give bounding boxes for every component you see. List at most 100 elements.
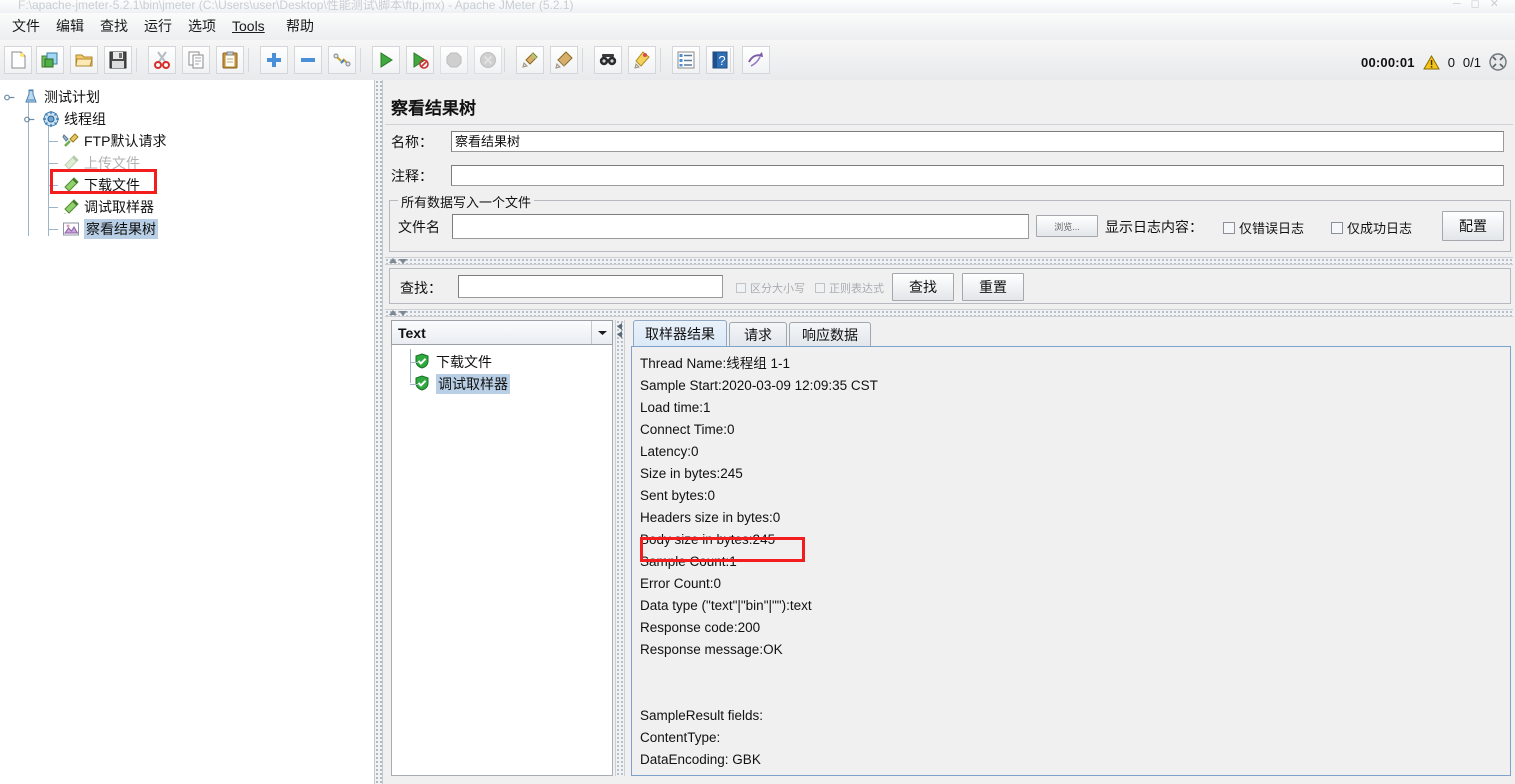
undo-redo-button[interactable] [742,46,770,74]
result-line: Error Count:0 [640,576,722,591]
splitter-down-icon[interactable] [399,259,407,264]
errors-only-checkbox[interactable]: 仅错误日志 [1223,218,1304,237]
expand-all-button[interactable] [260,46,288,74]
toggle-enable-button[interactable] [328,46,356,74]
menu-tools-label: Tools [232,18,265,34]
menu-help[interactable]: 帮助 [282,17,318,36]
results-splitter[interactable] [385,309,1513,317]
result-line: Response code:200 [640,620,761,635]
menu-search[interactable]: 查找 [96,17,132,36]
configure-button[interactable]: 配置 [1442,211,1504,241]
clear-button[interactable] [516,46,544,74]
tree-connector [48,207,58,208]
menu-options[interactable]: 选项 [184,17,220,36]
search-splitter[interactable] [385,257,1513,265]
tab-response-data[interactable]: 响应数据 [789,322,871,346]
templates-button[interactable] [36,46,64,74]
tree-label: 下载文件 [84,177,140,193]
result-line: Sample Count:1 [640,554,737,569]
result-item-label: 下载文件 [436,354,492,370]
tab-sampler-result[interactable]: 取样器结果 [633,320,727,346]
chevron-down-icon[interactable] [591,321,612,344]
splitter-left-icon[interactable] [615,322,625,343]
collapse-all-button[interactable] [294,46,322,74]
main-vertical-splitter[interactable] [374,80,383,784]
result-line: ContentType: [640,730,721,745]
open-button[interactable] [70,46,98,74]
result-item-download-file[interactable]: 下载文件 [392,351,612,373]
case-sensitive-checkbox[interactable]: 区分大小写 [736,280,805,296]
new-button[interactable] [4,46,32,74]
toolbar-separator [136,48,137,72]
tree-label: 察看结果树 [84,219,158,239]
stop-button[interactable] [440,46,468,74]
search-input[interactable] [458,275,723,298]
tree-label: 调试取样器 [84,199,154,215]
splitter-arrows[interactable] [389,309,407,316]
search-button[interactable] [594,46,622,74]
start-button[interactable] [372,46,400,74]
renderer-combo[interactable]: Text [391,320,613,345]
checkbox-box [1331,221,1343,234]
results-tree[interactable]: 下载文件 调试取样器 [391,345,613,776]
window-controls[interactable]: ─◻✕ [1453,0,1509,10]
test-plan-tree-panel[interactable]: 测试计划 线程组 FTP默认请求 上传文件 下载文件 调试取样器 察看结果树 [0,80,374,784]
result-line: Headers size in bytes:0 [640,510,781,525]
copy-button[interactable] [182,46,210,74]
expand-handle-icon[interactable] [4,91,15,102]
filename-input[interactable] [452,214,1029,239]
name-input[interactable] [451,131,1504,152]
clear-all-button[interactable] [550,46,578,74]
browse-button[interactable]: 浏览... [1036,215,1098,237]
result-line-blank [640,661,1510,683]
checkbox-box [815,283,825,293]
regex-checkbox[interactable]: 正则表达式 [815,280,884,296]
window-title: F:\apache-jmeter-5.2.1\bin\jmeter (C:\Us… [18,0,574,12]
toolbar: ? 00:00:01 0 0/1 [0,40,1515,81]
sampler-result-pane[interactable]: Thread Name:线程组 1-1 Sample Start:2020-03… [631,346,1511,776]
expand-handle-icon[interactable] [24,113,35,124]
warning-triangle-icon[interactable] [1422,54,1440,70]
success-only-checkbox[interactable]: 仅成功日志 [1331,218,1412,237]
menu-edit[interactable]: 编辑 [52,17,88,36]
window-titlebar: F:\apache-jmeter-5.2.1\bin\jmeter (C:\Us… [0,0,1515,14]
start-no-pauses-button[interactable] [406,46,434,74]
tree-node-upload-file[interactable]: 上传文件 [0,152,374,174]
tab-request[interactable]: 请求 [729,322,787,346]
toolbar-separator [248,48,249,72]
splitter-up-icon[interactable] [389,310,397,315]
connection-icon[interactable] [1489,53,1507,71]
search-label: 查找： [400,280,442,296]
tree-node-thread-group[interactable]: 线程组 [0,108,374,130]
splitter-down-icon[interactable] [399,311,407,316]
result-item-debug-sampler[interactable]: 调试取样器 [392,373,612,395]
comment-input[interactable] [451,165,1504,186]
result-line: Latency:0 [640,444,699,459]
tree-connector [48,141,58,142]
shutdown-button[interactable] [474,46,502,74]
result-line-body-size: Body size in bytes:245 [640,532,776,547]
reset-search-button[interactable] [628,46,656,74]
comment-field-row: 注释： [391,165,1511,186]
results-inner-splitter[interactable] [615,320,625,776]
splitter-up-icon[interactable] [389,258,397,263]
result-item-label: 调试取样器 [436,374,510,394]
tree-node-debug-sampler[interactable]: 调试取样器 [0,196,374,218]
tree-node-test-plan[interactable]: 测试计划 [0,86,374,108]
menu-file[interactable]: 文件 [8,17,44,36]
reset-button[interactable]: 重置 [962,273,1024,301]
function-helper-button[interactable] [672,46,700,74]
tree-node-view-results-tree[interactable]: 察看结果树 [0,218,374,240]
menu-tools[interactable]: Tools [228,17,269,36]
paste-button[interactable] [216,46,244,74]
tree-node-download-file[interactable]: 下载文件 [0,174,374,196]
tree-label: 线程组 [64,111,106,127]
menu-run[interactable]: 运行 [140,17,176,36]
tree-node-ftp-defaults[interactable]: FTP默认请求 [0,130,374,152]
toolbar-separator [660,48,661,72]
thread-group-icon [42,110,60,128]
cut-button[interactable] [148,46,176,74]
search-action-button[interactable]: 查找 [892,273,954,301]
save-button[interactable] [104,46,132,74]
splitter-arrows[interactable] [389,257,407,264]
